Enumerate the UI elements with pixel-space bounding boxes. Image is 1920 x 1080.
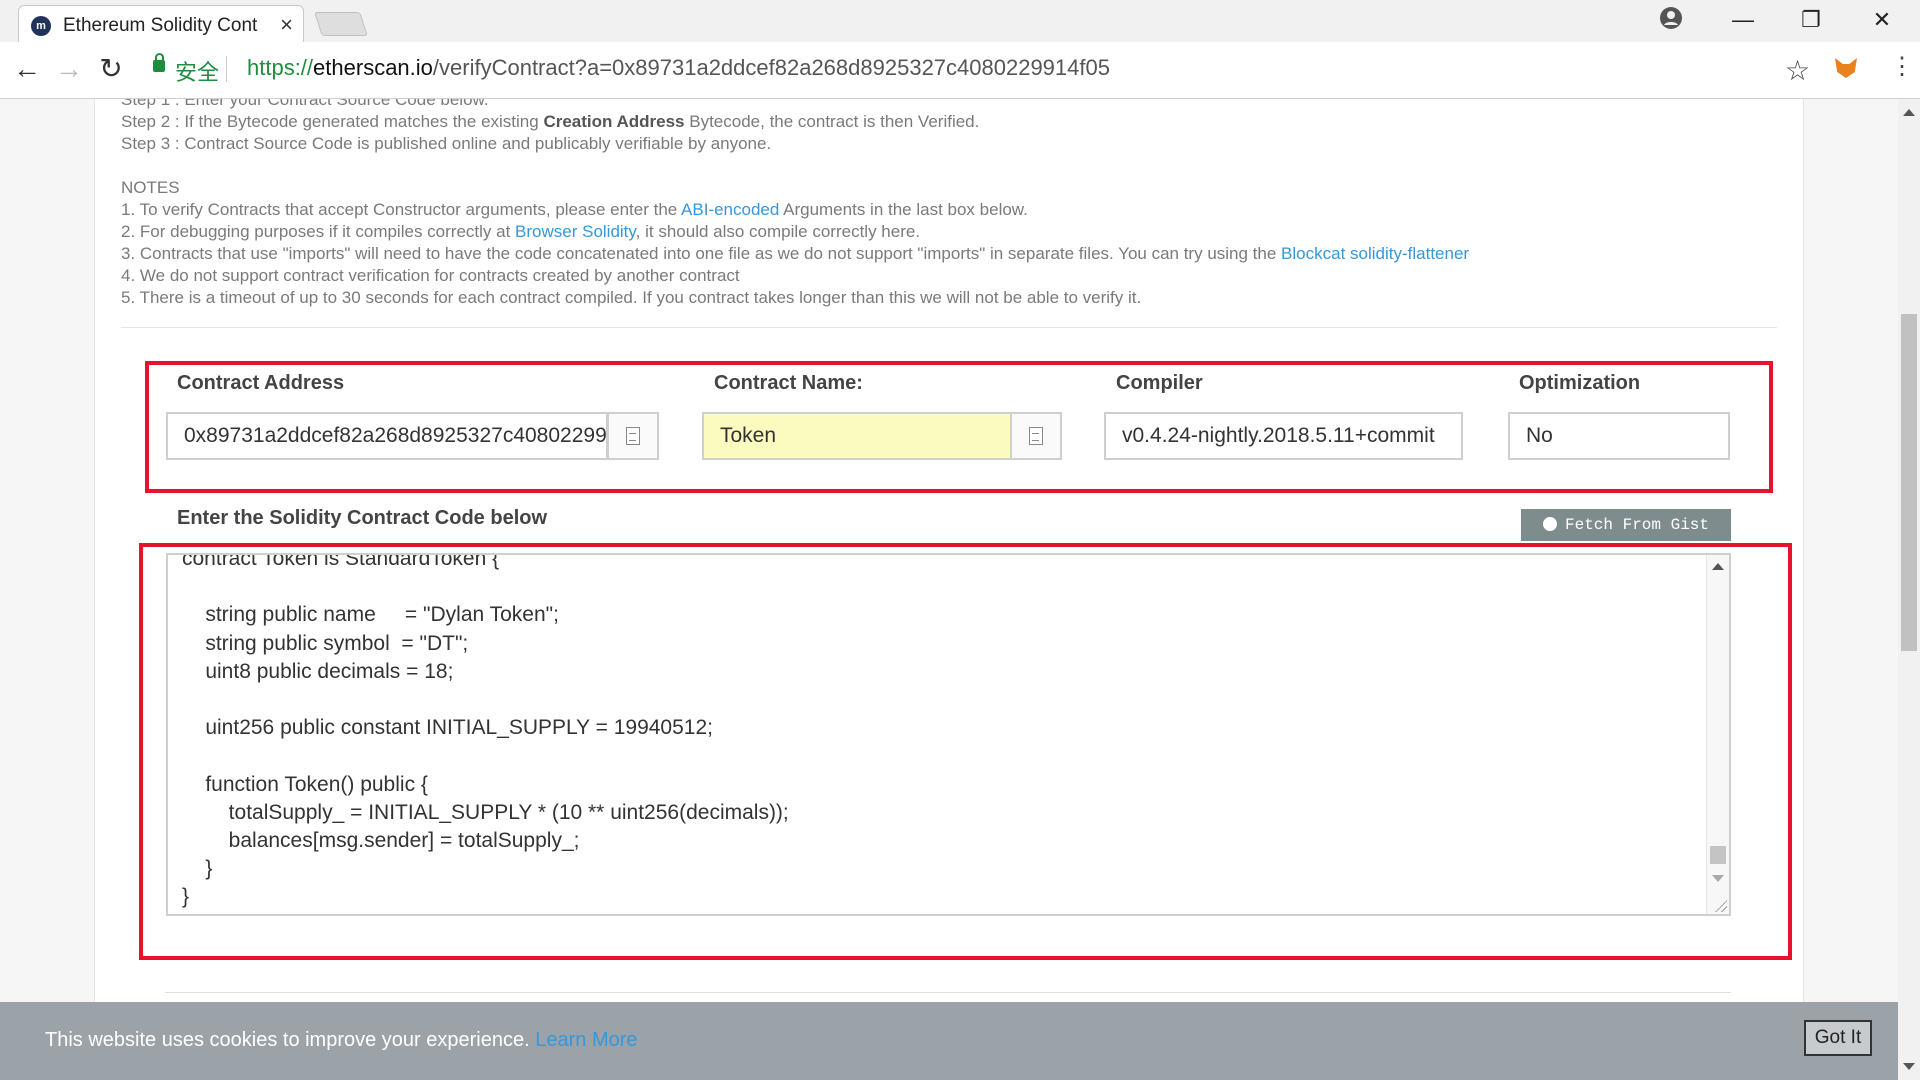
- note-4: 4. We do not support contract verificati…: [121, 266, 740, 285]
- cookie-banner: This website uses cookies to improve you…: [0, 1002, 1898, 1080]
- note-2-pre: 2. For debugging purposes if it compiles…: [121, 222, 516, 241]
- note-1-pre: 1. To verify Contracts that accept Const…: [121, 200, 682, 219]
- close-window-button[interactable]: ✕: [1857, 4, 1907, 36]
- page-scroll-thumb[interactable]: [1901, 314, 1917, 651]
- tab-title: Ethereum Solidity Cont: [63, 15, 258, 36]
- compiler-label: Compiler: [1116, 372, 1203, 394]
- document-icon: [626, 427, 640, 445]
- browser-tab[interactable]: m Ethereum Solidity Cont ×: [18, 5, 304, 43]
- scroll-up-arrow-icon[interactable]: [1712, 563, 1724, 570]
- etherscan-favicon-icon: m: [31, 16, 51, 36]
- scroll-up-arrow-icon[interactable]: [1903, 109, 1915, 116]
- code-line: totalSupply_ = INITIAL_SUPPLY * (10 ** u…: [182, 800, 789, 824]
- instructions: Step 1 : Enter your Contract Source Code…: [121, 99, 1771, 309]
- got-it-button[interactable]: Got It: [1804, 1020, 1872, 1056]
- optimization-select[interactable]: No: [1508, 412, 1730, 460]
- secure-label: 安全: [175, 60, 220, 85]
- restore-window-button[interactable]: ❐: [1786, 4, 1836, 36]
- fetch-from-gist-label: Fetch From Gist: [1564, 516, 1710, 534]
- note-1: 1. To verify Contracts that accept Const…: [121, 199, 1771, 221]
- step-2-pre: Step 2 : If the Bytecode generated match…: [121, 112, 544, 131]
- minimize-window-button[interactable]: —: [1718, 4, 1768, 36]
- compiler-select[interactable]: v0.4.24-nightly.2018.5.11+commit: [1104, 412, 1463, 460]
- forward-arrow-icon[interactable]: →: [54, 54, 84, 84]
- code-line: string public name = "Dylan Token";: [182, 603, 559, 627]
- cookie-text: This website uses cookies to improve you…: [45, 1029, 530, 1051]
- code-label: Enter the Solidity Contract Code below: [177, 507, 548, 529]
- step-2-bold: Creation Address: [543, 112, 685, 131]
- code-line: string public symbol = "DT";: [182, 631, 469, 655]
- code-line: uint8 public decimals = 18;: [182, 659, 454, 683]
- contract-name-input[interactable]: Token: [702, 412, 1012, 460]
- address-bar[interactable]: 安全 https://etherscan.io/verifyContract?a…: [135, 48, 1795, 90]
- note-2: 2. For debugging purposes if it compiles…: [121, 221, 1771, 243]
- code-content: contract Token is StandardToken { string…: [182, 553, 789, 912]
- url-text[interactable]: https://etherscan.io/verifyContract?a=0x…: [247, 55, 1110, 81]
- code-line: uint256 public constant INITIAL_SUPPLY =…: [182, 716, 713, 740]
- code-line: balances[msg.sender] = totalSupply_;: [182, 829, 580, 853]
- step-3-text: Step 3 : Contract Source Code is publish…: [121, 134, 772, 153]
- optimization-label: Optimization: [1519, 372, 1641, 394]
- user-profile-icon[interactable]: [1659, 6, 1683, 30]
- address-paste-button[interactable]: [607, 412, 659, 460]
- note-3-pre: 3. Contracts that use "imports" will nee…: [121, 244, 1282, 263]
- code-line: function Token() public {: [182, 772, 428, 796]
- step-2-post: Bytecode, the contract is then Verified.: [684, 112, 980, 131]
- browser-tab-bar: m Ethereum Solidity Cont × — ❐ ✕: [0, 0, 1920, 43]
- scroll-down-arrow-icon[interactable]: [1903, 1063, 1915, 1070]
- browser-solidity-link[interactable]: Browser Solidity: [515, 222, 636, 241]
- note-5: 5. There is a timeout of up to 30 second…: [121, 288, 1142, 307]
- bookmark-star-icon[interactable]: ☆: [1785, 54, 1810, 87]
- notes-heading: NOTES: [121, 178, 180, 197]
- code-line: }: [182, 885, 190, 909]
- note-1-post: Arguments in the last box below.: [779, 200, 1028, 219]
- scroll-down-arrow-icon[interactable]: [1712, 875, 1724, 882]
- code-scrollbar[interactable]: [1706, 555, 1729, 914]
- url-path: /verifyContract?a=0x89731a2ddcef82a268d8…: [432, 55, 1110, 80]
- step-1-text: Step 1 : Enter your Contract Source Code…: [121, 99, 489, 109]
- page-content: Step 1 : Enter your Contract Source Code…: [0, 99, 1898, 1080]
- blockcat-flattener-link[interactable]: Blockcat solidity-flattener: [1281, 244, 1469, 263]
- abi-encoded-link[interactable]: ABI-encoded: [681, 200, 779, 219]
- close-tab-icon[interactable]: ×: [280, 12, 293, 38]
- contract-name-label: Contract Name:: [714, 372, 863, 394]
- cookie-message: This website uses cookies to improve you…: [45, 1029, 638, 1052]
- new-tab-button[interactable]: [314, 12, 368, 36]
- contract-address-input[interactable]: 0x89731a2ddcef82a268d8925327c4080229914f…: [166, 412, 608, 460]
- note-2-post: , it should also compile correctly here.: [635, 222, 921, 241]
- contract-address-label: Contract Address: [177, 372, 345, 394]
- code-line: contract Token is StandardToken {: [182, 553, 500, 570]
- fetch-from-gist-button[interactable]: Fetch From Gist: [1521, 509, 1731, 541]
- browser-toolbar: ← → ↻ 安全 https://etherscan.io/verifyCont…: [0, 42, 1920, 99]
- divider: [121, 327, 1777, 328]
- reload-icon[interactable]: ↻: [96, 54, 126, 84]
- url-separator: [226, 56, 227, 82]
- code-line: }: [182, 857, 213, 881]
- url-scheme: https://: [247, 55, 314, 80]
- divider: [165, 992, 1731, 993]
- solidity-code-textarea[interactable]: contract Token is StandardToken { string…: [166, 553, 1731, 916]
- browser-menu-icon[interactable]: ⋮: [1890, 52, 1914, 81]
- back-arrow-icon[interactable]: ←: [12, 54, 42, 84]
- code-scroll-thumb[interactable]: [1710, 846, 1726, 864]
- github-icon: [1542, 517, 1557, 531]
- name-paste-button[interactable]: [1010, 412, 1062, 460]
- note-3: 3. Contracts that use "imports" will nee…: [121, 243, 1771, 265]
- verify-contract-panel: Step 1 : Enter your Contract Source Code…: [94, 99, 1804, 1080]
- url-host: etherscan.io: [313, 55, 433, 80]
- step-2-text: Step 2 : If the Bytecode generated match…: [121, 111, 1771, 133]
- resize-grip-icon[interactable]: [1715, 900, 1727, 912]
- learn-more-link[interactable]: Learn More: [535, 1029, 637, 1051]
- lock-icon: [153, 53, 165, 72]
- page-scrollbar[interactable]: [1898, 99, 1920, 1080]
- metamask-fox-icon[interactable]: [1835, 58, 1857, 78]
- document-icon: [1029, 427, 1043, 445]
